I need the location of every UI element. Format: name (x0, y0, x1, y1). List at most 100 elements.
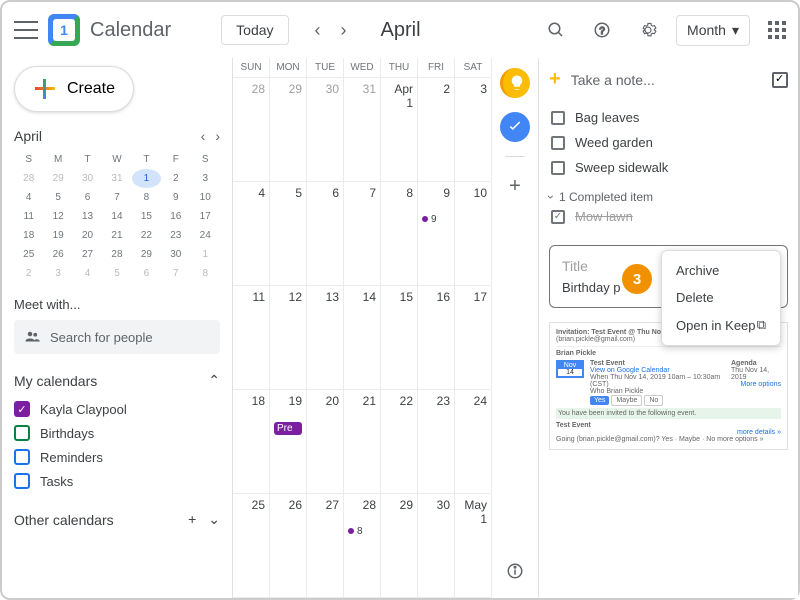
day-cell[interactable]: 13 (307, 286, 344, 390)
day-cell[interactable]: 14 (344, 286, 381, 390)
new-list-icon[interactable] (772, 72, 788, 88)
day-cell[interactable]: 29 (381, 494, 418, 598)
day-cell[interactable]: 3 (455, 78, 492, 182)
context-menu-item[interactable]: Archive (662, 257, 780, 284)
plus-icon (33, 77, 57, 101)
prev-period-button[interactable]: ‹ (311, 16, 325, 45)
day-cell[interactable]: 17 (455, 286, 492, 390)
day-cell[interactable]: Apr 1 (381, 78, 418, 182)
calendar-item[interactable]: Reminders (14, 445, 220, 469)
chevron-up-icon: ⌃ (208, 372, 220, 389)
day-cell[interactable]: 28 (233, 78, 270, 182)
day-cell[interactable]: 10 (455, 182, 492, 286)
context-menu-item[interactable]: Delete (662, 284, 780, 311)
note-context-menu: ArchiveDeleteOpen in Keep⧉ (661, 250, 781, 346)
day-cell[interactable]: 12 (270, 286, 307, 390)
next-period-button[interactable]: › (337, 16, 351, 45)
day-cell[interactable]: 4 (233, 182, 270, 286)
help-icon[interactable]: ? (592, 20, 612, 40)
todo-checkbox[interactable] (551, 161, 565, 175)
day-cell[interactable]: 30 (307, 78, 344, 182)
people-icon (24, 328, 42, 346)
calendar-item[interactable]: Tasks (14, 469, 220, 493)
completed-items-toggle[interactable]: › 1 Completed item (549, 190, 788, 204)
event-chip[interactable]: Pre (274, 422, 302, 435)
day-cell[interactable]: 7 (344, 182, 381, 286)
day-cell[interactable]: 16 (418, 286, 455, 390)
add-other-calendar-button[interactable]: + (188, 511, 196, 528)
calendar-checkbox[interactable] (14, 425, 30, 441)
todo-item[interactable]: Sweep sidewalk (549, 155, 788, 180)
todo-checkbox[interactable] (551, 136, 565, 150)
todo-item[interactable]: Bag leaves (549, 105, 788, 130)
search-people-input[interactable]: Search for people (14, 320, 220, 354)
day-cell[interactable]: 19Pre (270, 390, 307, 494)
view-selector[interactable]: Month ▾ (676, 15, 750, 46)
mini-calendar[interactable]: SMTWTFS 28293031123456789101112131415161… (14, 150, 220, 283)
settings-gear-icon[interactable] (638, 20, 658, 40)
my-calendars-toggle[interactable]: My calendars ⌃ (14, 372, 220, 389)
calendar-item[interactable]: ✓Kayla Claypool (14, 397, 220, 421)
info-icon[interactable] (500, 556, 530, 586)
event-item[interactable]: 9 (422, 214, 450, 225)
day-cell[interactable]: 11 (233, 286, 270, 390)
day-cell[interactable]: May 1 (455, 494, 492, 598)
day-cell[interactable]: 29 (270, 78, 307, 182)
day-cell[interactable]: 30 (418, 494, 455, 598)
create-button[interactable]: Create (14, 66, 134, 112)
calendar-grid[interactable]: SUNMONTUEWEDTHUFRISAT 28293031Apr 123456… (232, 58, 492, 598)
calendar-item[interactable]: Birthdays (14, 421, 220, 445)
tutorial-step-badge: 3 (622, 264, 652, 294)
other-calendars-toggle[interactable]: Other calendars + ⌄ (14, 511, 220, 528)
day-cell[interactable]: 21 (344, 390, 381, 494)
day-cell[interactable]: 22 (381, 390, 418, 494)
app-title: Calendar (90, 19, 171, 42)
day-cell[interactable]: 15 (381, 286, 418, 390)
day-cell[interactable]: 25 (233, 494, 270, 598)
day-cell[interactable]: 2 (418, 78, 455, 182)
add-addon-button[interactable]: + (500, 171, 530, 201)
google-apps-icon[interactable] (768, 21, 786, 39)
day-cell[interactable]: 99 (418, 182, 455, 286)
day-cell[interactable]: 8 (381, 182, 418, 286)
create-label: Create (67, 80, 115, 98)
mini-next-button[interactable]: › (215, 128, 220, 144)
mini-month-label: April (14, 128, 42, 144)
tasks-app-icon[interactable] (500, 112, 530, 142)
chevron-right-icon: › (544, 195, 558, 199)
day-cell[interactable]: 20 (307, 390, 344, 494)
day-cell[interactable]: 18 (233, 390, 270, 494)
todo-label: Weed garden (575, 135, 653, 150)
day-cell[interactable]: 24 (455, 390, 492, 494)
mini-prev-button[interactable]: ‹ (201, 128, 206, 144)
calendar-checkbox[interactable]: ✓ (14, 401, 30, 417)
app-header: 1 Calendar Today ‹ › April ? Month ▾ (2, 2, 798, 58)
today-button[interactable]: Today (221, 15, 288, 45)
calendar-label: Tasks (40, 474, 73, 489)
day-cell[interactable]: 27 (307, 494, 344, 598)
day-cell[interactable]: 5 (270, 182, 307, 286)
context-menu-item[interactable]: Open in Keep⧉ (662, 311, 780, 339)
external-link-icon: ⧉ (757, 317, 766, 333)
calendar-checkbox[interactable] (14, 473, 30, 489)
todo-checkbox[interactable] (551, 111, 565, 125)
calendar-checkbox[interactable] (14, 449, 30, 465)
todo-item[interactable]: Weed garden (549, 130, 788, 155)
keep-new-note-plus-icon[interactable]: + (549, 68, 561, 91)
event-item[interactable]: 8 (348, 526, 376, 537)
take-note-input[interactable]: Take a note... (571, 72, 762, 88)
keep-note-card[interactable]: Title Birthday p 3 ArchiveDeleteOpen in … (549, 245, 788, 308)
svg-text:?: ? (599, 26, 605, 37)
search-icon[interactable] (546, 20, 566, 40)
day-cell[interactable]: 23 (418, 390, 455, 494)
day-cell[interactable]: 31 (344, 78, 381, 182)
day-cell[interactable]: 6 (307, 182, 344, 286)
day-cell[interactable]: 288 (344, 494, 381, 598)
todo-checkbox[interactable]: ✓ (551, 210, 565, 224)
day-cell[interactable]: 26 (270, 494, 307, 598)
calendar-label: Reminders (40, 450, 103, 465)
keep-app-icon[interactable] (500, 68, 530, 98)
meet-with-label: Meet with... (14, 297, 220, 312)
todo-label: Sweep sidewalk (575, 160, 668, 175)
hamburger-menu-icon[interactable] (14, 21, 38, 39)
